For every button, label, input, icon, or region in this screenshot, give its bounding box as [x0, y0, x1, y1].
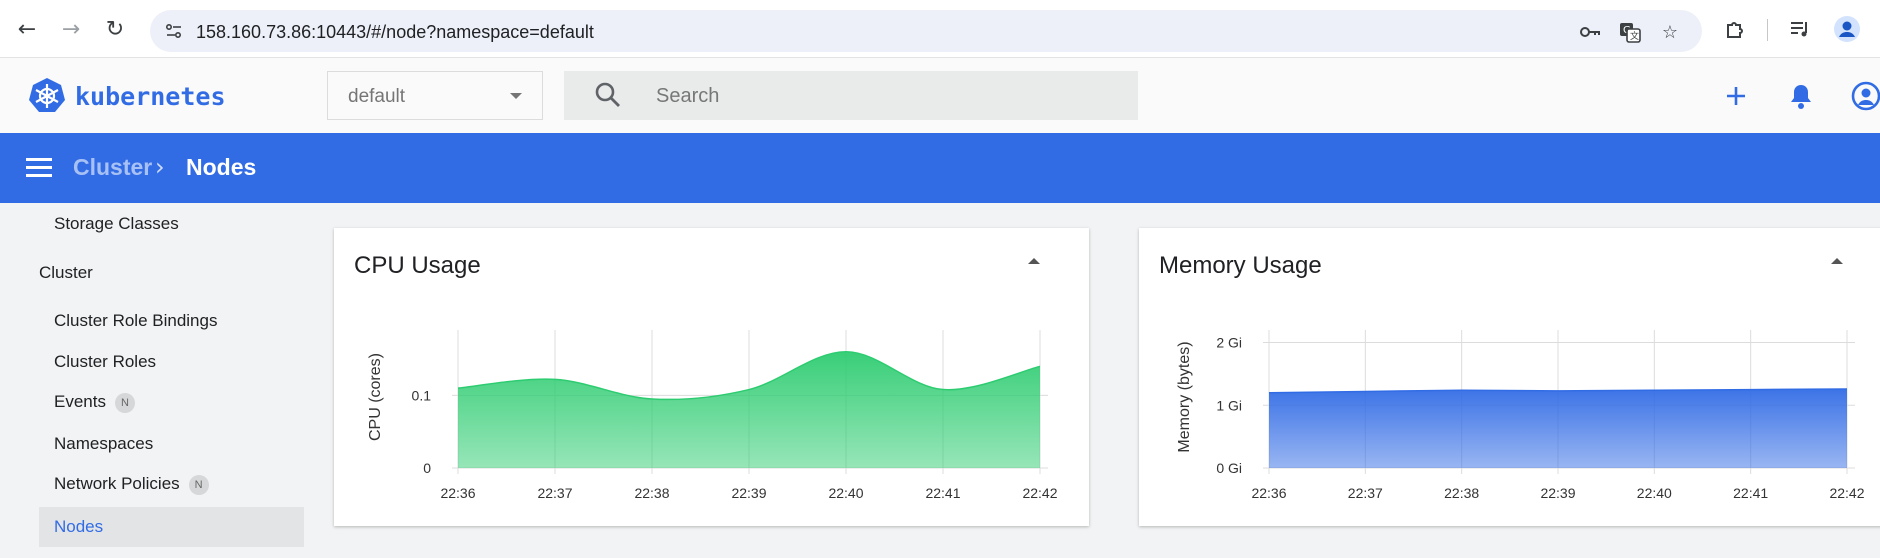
cpu-usage-card: CPU Usage 22:36 22:37 22:38 22:39 22:40 22:41…: [334, 228, 1089, 526]
sidebar-item-label: Nodes: [54, 517, 104, 536]
x-tick-label: 22:36: [440, 485, 475, 501]
kubernetes-logo-icon[interactable]: [28, 77, 66, 115]
dropdown-arrow-icon: [510, 93, 522, 99]
back-icon[interactable]: ←: [12, 14, 42, 44]
x-tick-label: 22:38: [1444, 485, 1479, 501]
sidebar-item-network-policies[interactable]: Network Policies N: [54, 474, 209, 495]
page-toolbar: Cluster › Nodes: [0, 133, 1880, 203]
x-tick-label: 22:42: [1022, 485, 1057, 501]
site-info-icon[interactable]: [164, 21, 184, 41]
namespace-select[interactable]: default: [327, 71, 543, 120]
translate-icon[interactable]: G文: [1618, 20, 1642, 44]
sidebar-group-cluster[interactable]: Cluster: [39, 263, 93, 283]
app-header: kubernetes default: [0, 58, 1880, 133]
sidebar-item-label: Network Policies: [54, 474, 180, 493]
sidebar-item-cluster-role-bindings[interactable]: Cluster Role Bindings: [54, 311, 217, 331]
page-title: Nodes: [186, 154, 257, 180]
y-tick-label: 0: [423, 460, 431, 476]
x-tick-label: 22:40: [1637, 485, 1672, 501]
media-queue-icon[interactable]: [1787, 16, 1813, 42]
x-tick-label: 22:39: [731, 485, 766, 501]
x-tick-label: 22:41: [925, 485, 960, 501]
url-text[interactable]: 158.160.73.86:10443/#/node?namespace=def…: [196, 22, 594, 43]
search-icon: [595, 82, 620, 107]
sidebar-item-cluster-roles[interactable]: Cluster Roles: [54, 352, 156, 372]
bookmark-star-icon[interactable]: ☆: [1658, 20, 1682, 44]
sidebar-item-events[interactable]: Events N: [54, 392, 135, 413]
reload-icon[interactable]: ↻: [100, 14, 130, 44]
namespaced-badge: N: [188, 475, 209, 495]
address-bar[interactable]: 158.160.73.86:10443/#/node?namespace=def…: [150, 10, 1702, 52]
y-tick-label: 0.1: [412, 387, 432, 403]
y-axis-label: CPU (cores): [367, 353, 384, 441]
account-icon[interactable]: [1850, 80, 1880, 112]
search-bar[interactable]: [564, 71, 1138, 120]
extensions-icon[interactable]: [1722, 16, 1748, 42]
y-tick-label: 2 Gi: [1216, 335, 1242, 351]
toolbar-divider: [1767, 19, 1768, 41]
y-tick-label: 0 Gi: [1216, 460, 1242, 476]
series-area: [1269, 388, 1847, 468]
x-tick-label: 22:38: [634, 485, 669, 501]
cpu-chart: 22:36 22:37 22:38 22:39 22:40 22:41 22:42 0 0.1 C…: [367, 330, 1058, 501]
profile-icon[interactable]: [1834, 16, 1860, 42]
x-tick-label: 22:37: [537, 485, 572, 501]
breadcrumb-cluster[interactable]: Cluster: [73, 154, 152, 181]
namespaced-badge: N: [114, 393, 135, 413]
x-tick-label: 22:41: [1733, 485, 1768, 501]
namespace-value: default: [348, 86, 406, 107]
x-tick-label: 22:42: [1829, 485, 1864, 501]
memory-usage-card: Memory Usage 22:36 22:37 22:38 22:39 22:40 22…: [1139, 228, 1880, 526]
chevron-right-icon: ›: [155, 153, 165, 181]
sidebar-item-label: Events: [54, 392, 106, 411]
memory-chart: 22:36 22:37 22:38 22:39 22:40 22:41 22:42 0 Gi 1…: [1176, 330, 1865, 501]
x-tick-label: 22:39: [1540, 485, 1575, 501]
sidebar-item-nodes[interactable]: Nodes: [39, 507, 304, 547]
sidebar: Storage Classes Cluster Cluster Role Bin…: [0, 203, 316, 558]
search-input[interactable]: [656, 81, 1116, 111]
password-key-icon[interactable]: [1578, 20, 1602, 44]
logo-text[interactable]: kubernetes: [75, 82, 226, 111]
notifications-icon[interactable]: [1785, 80, 1817, 112]
y-axis-label: Memory (bytes): [1176, 341, 1193, 452]
menu-icon[interactable]: [26, 158, 52, 178]
browser-toolbar: ← → ↻ 158.160.73.86:10443/#/node?namespa…: [0, 0, 1880, 58]
y-tick-label: 1 Gi: [1216, 397, 1242, 413]
add-icon[interactable]: [1720, 80, 1752, 112]
x-tick-label: 22:37: [1348, 485, 1383, 501]
sidebar-item-namespaces[interactable]: Namespaces: [54, 434, 153, 454]
svg-text:文: 文: [1630, 30, 1639, 42]
x-tick-label: 22:36: [1251, 485, 1286, 501]
sidebar-item-storage-classes[interactable]: Storage Classes: [54, 214, 179, 234]
forward-icon[interactable]: →: [56, 14, 86, 44]
x-tick-label: 22:40: [828, 485, 863, 501]
